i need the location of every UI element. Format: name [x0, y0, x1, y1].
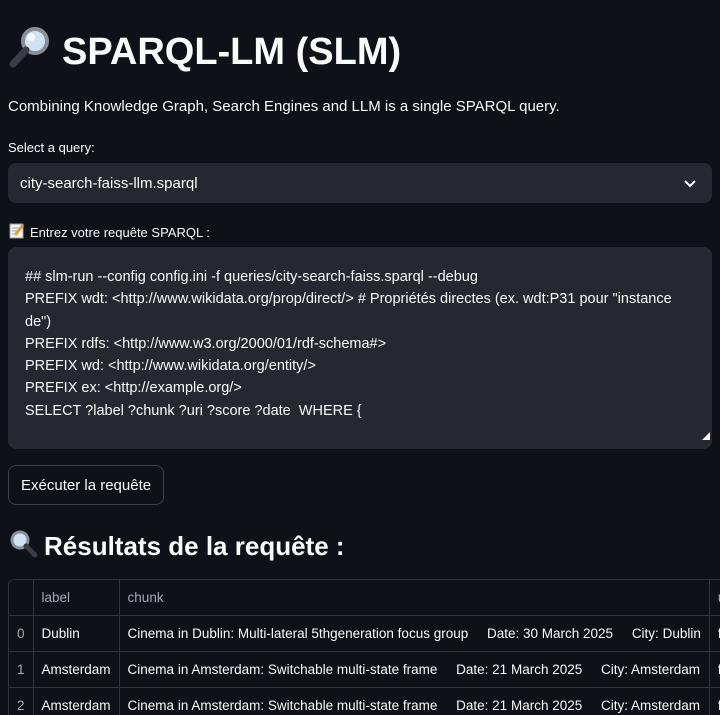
cell-label: Amsterdam [33, 687, 120, 715]
query-select-label: Select a query: [8, 140, 95, 155]
query-line: ## slm-run --config config.ini -f querie… [25, 269, 478, 285]
query-editor-label: Entrez votre requête SPARQL : [8, 222, 210, 243]
page-title-text: SPARQL-LM (SLM) [62, 30, 402, 73]
query-editor-label-text: Entrez votre requête SPARQL : [30, 225, 210, 240]
column-header-uri[interactable]: uri [709, 580, 720, 616]
row-index: 0 [9, 615, 34, 652]
chevron-down-icon [682, 175, 698, 195]
memo-icon [8, 222, 26, 243]
run-query-button[interactable]: Exécuter la requête [8, 465, 165, 505]
table-header-row: label chunk uri [9, 580, 720, 616]
cell-label: Amsterdam [33, 651, 120, 688]
cell-chunk: Cinema in Dublin: Multi-lateral 5thgener… [119, 615, 710, 652]
table-row[interactable]: 1 Amsterdam Cinema in Amsterdam: Switcha… [9, 651, 720, 688]
magnifier-icon [8, 24, 54, 80]
sparql-query-input[interactable]: ## slm-run --config config.ini -f querie… [8, 247, 712, 449]
results-table[interactable]: label chunk uri 0 Dublin Cinema in Dubli… [8, 579, 720, 715]
query-line: PREFIX wd: <http://www.wikidata.org/enti… [25, 358, 316, 375]
cell-uri: file:///Users [709, 687, 720, 715]
results-title: Résultats de la requête : [8, 528, 345, 565]
column-header-chunk[interactable]: chunk [119, 580, 710, 616]
cell-chunk: Cinema in Amsterdam: Switchable multi-st… [119, 651, 710, 688]
column-header-index[interactable] [9, 580, 34, 616]
query-line: SELECT ?label ?chunk ?uri ?score ?date W… [25, 402, 362, 419]
query-select[interactable]: city-search-faiss-llm.sparql [8, 163, 712, 203]
cell-uri: file:///Users [709, 651, 720, 688]
cell-chunk: Cinema in Amsterdam: Switchable multi-st… [119, 687, 710, 715]
query-line: PREFIX ex: <http://example.org/> [25, 380, 242, 397]
page-subtitle: Combining Knowledge Graph, Search Engine… [8, 98, 560, 115]
magnifier-icon [8, 528, 38, 565]
results-title-text: Résultats de la requête : [44, 531, 345, 561]
page-title: SPARQL-LM (SLM) [8, 24, 401, 80]
query-line: PREFIX wdt: <http://www.wikidata.org/pro… [25, 291, 672, 330]
table-row[interactable]: 2 Amsterdam Cinema in Amsterdam: Switcha… [9, 687, 720, 715]
resize-handle-icon[interactable] [702, 425, 710, 447]
column-header-label[interactable]: label [33, 580, 120, 616]
row-index: 1 [9, 651, 34, 688]
query-select-value: city-search-faiss-llm.sparql [20, 174, 198, 192]
table-row[interactable]: 0 Dublin Cinema in Dublin: Multi-lateral… [9, 615, 720, 652]
cell-label: Dublin [33, 615, 120, 652]
query-line: PREFIX rdfs: <http://www.w3.org/2000/01/… [25, 335, 387, 352]
cell-uri: file:///Users [709, 615, 720, 652]
row-index: 2 [9, 687, 34, 715]
